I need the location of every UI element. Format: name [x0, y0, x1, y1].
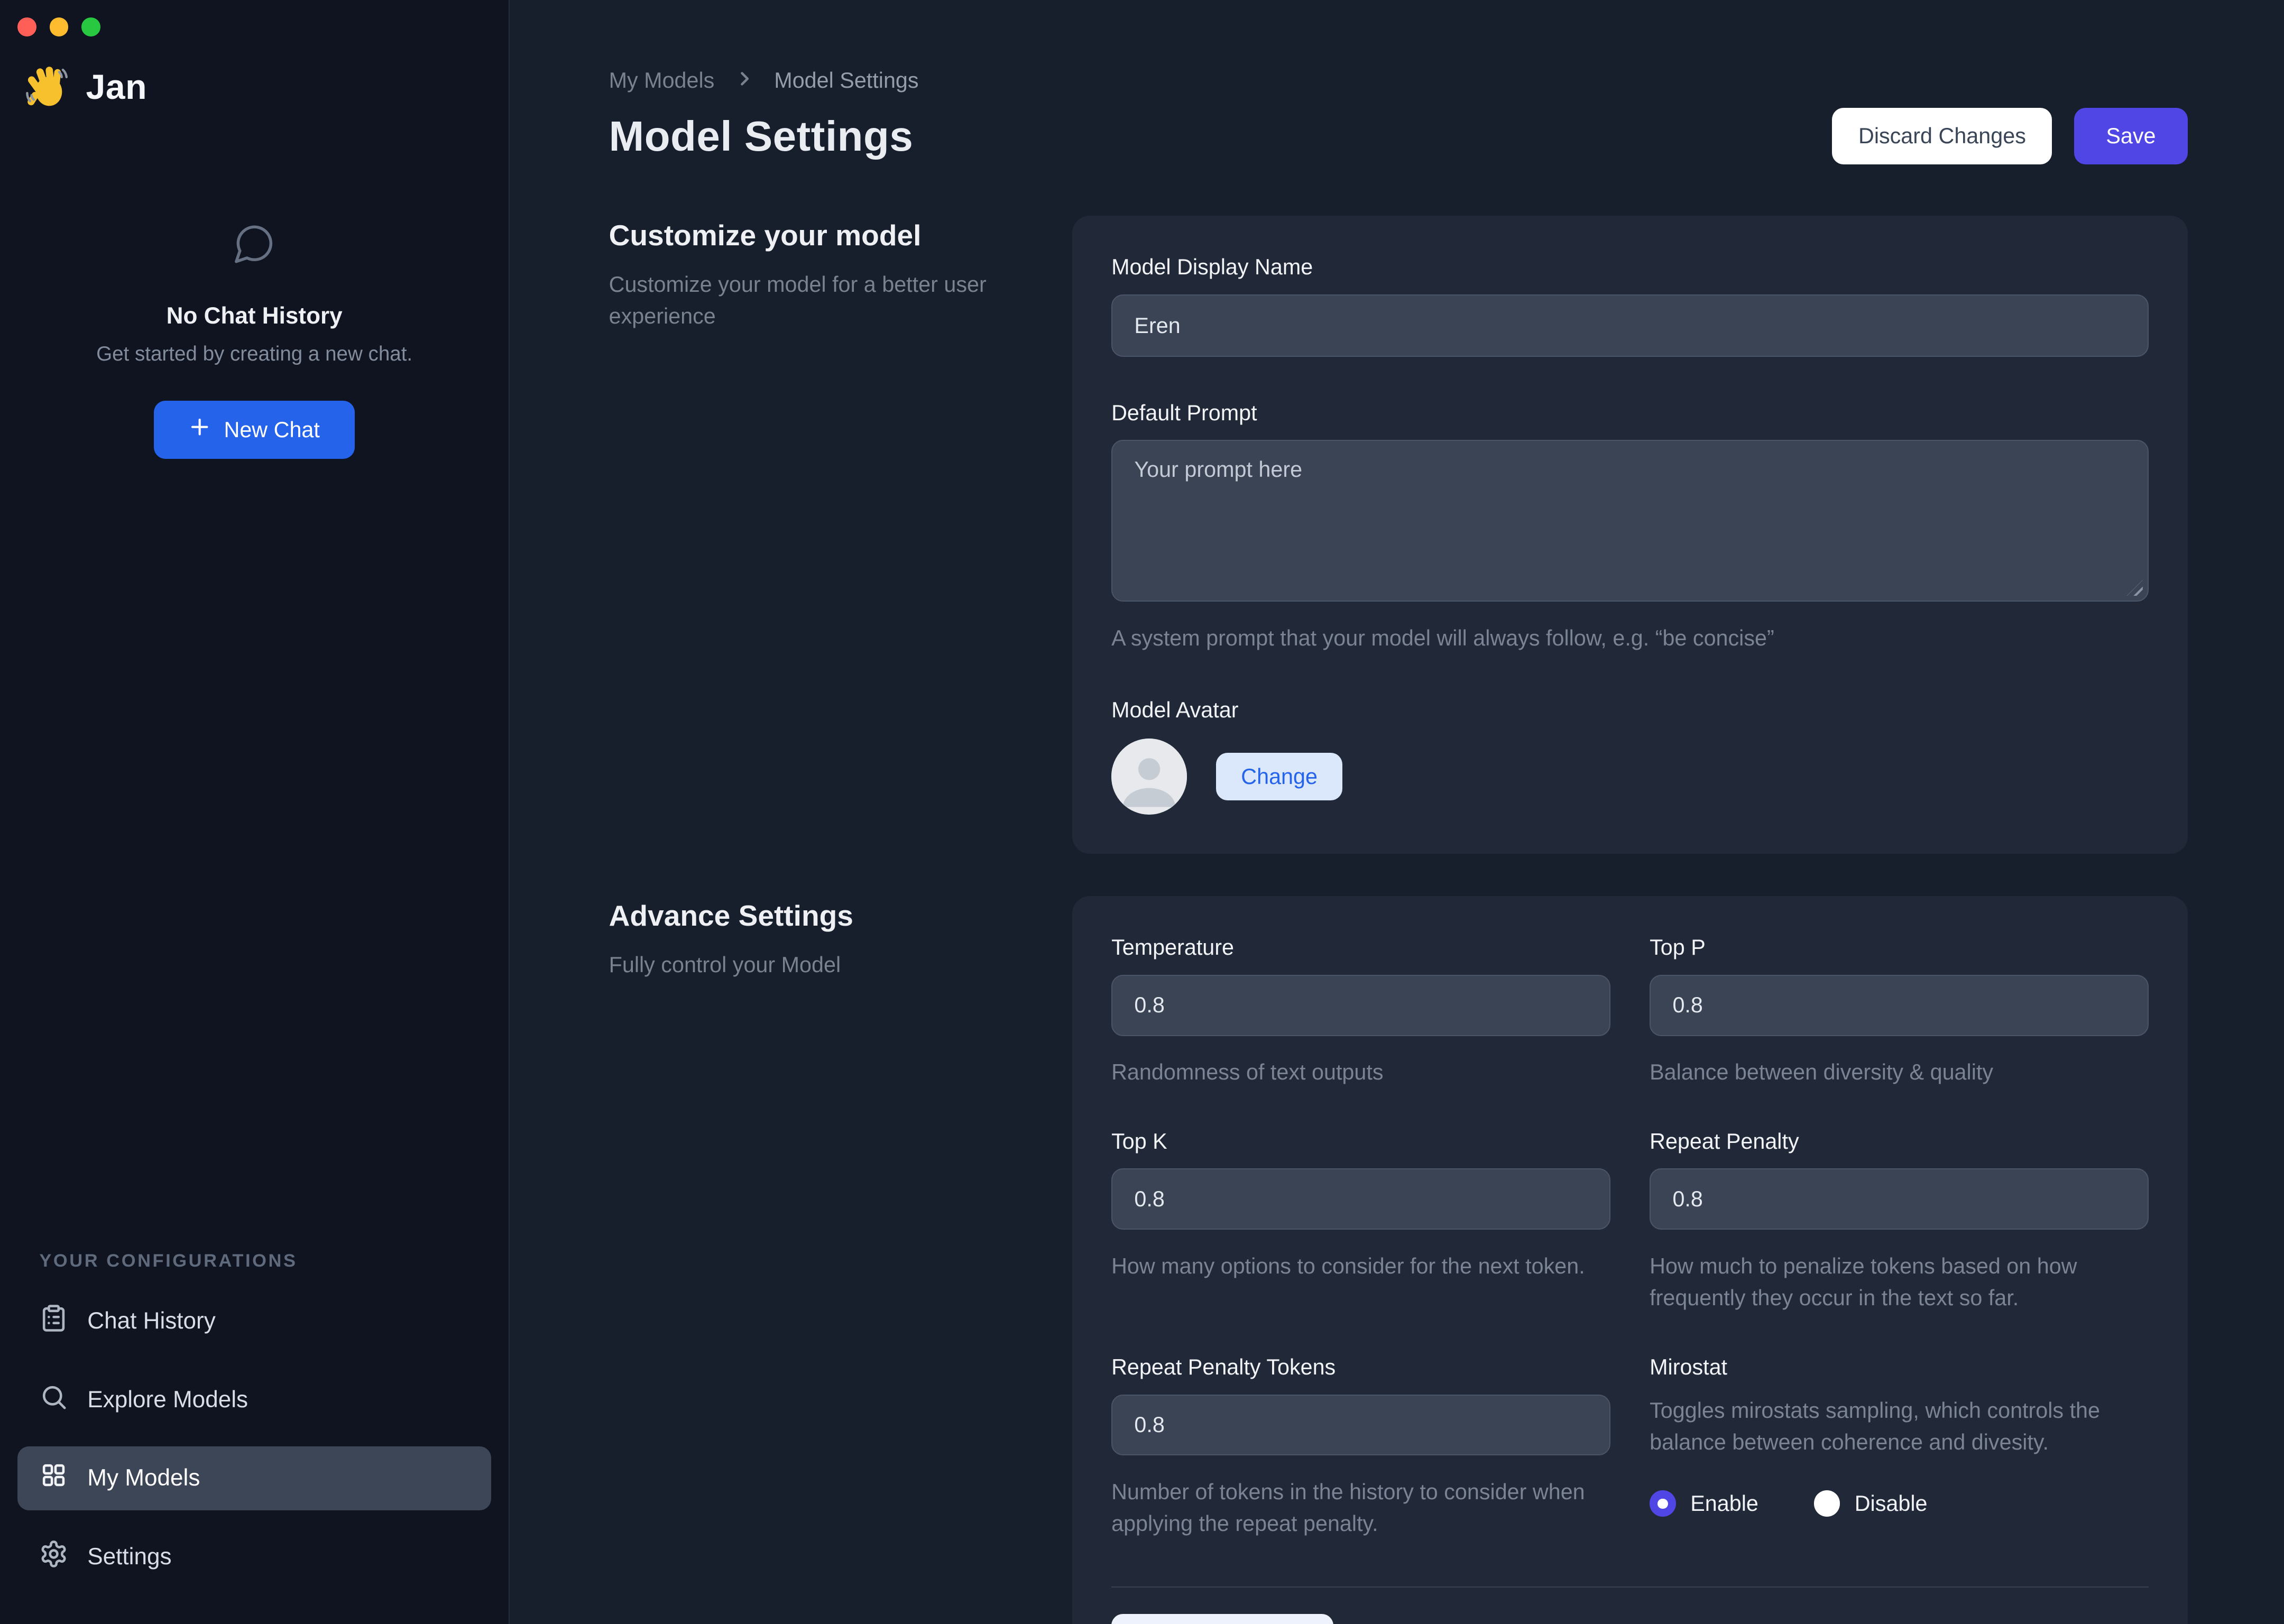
advance-panel: Temperature Randomness of text outputs T… [1072, 896, 2188, 1624]
breadcrumb-my-models[interactable]: My Models [609, 68, 715, 93]
customize-panel: Model Display Name Default Prompt A syst… [1072, 216, 2188, 854]
advance-heading: Advance Settings [609, 899, 1072, 933]
customize-heading: Customize your model [609, 218, 1072, 252]
top-p-helper: Balance between diversity & quality [1650, 1056, 2149, 1088]
empty-state-subtitle: Get started by creating a new chat. [0, 343, 509, 366]
save-button[interactable]: Save [2074, 108, 2188, 164]
temperature-field: Temperature Randomness of text outputs [1111, 935, 1610, 1088]
reset-to-default-button[interactable]: Reset to Default [1111, 1614, 1333, 1624]
search-icon [39, 1382, 68, 1417]
top-k-field: Top K How many options to consider for t… [1111, 1129, 1610, 1314]
discard-changes-button[interactable]: Discard Changes [1832, 108, 2052, 164]
avatar [1111, 739, 1187, 814]
top-p-label: Top P [1650, 935, 2149, 960]
window-controls [17, 17, 100, 36]
repeat-penalty-tokens-label: Repeat Penalty Tokens [1111, 1355, 1610, 1380]
new-chat-button[interactable]: New Chat [154, 401, 355, 459]
breadcrumb: My Models Model Settings [609, 68, 2188, 93]
temperature-label: Temperature [1111, 935, 1610, 960]
customize-subheading: Customize your model for a better user e… [609, 269, 1039, 333]
breadcrumb-model-settings: Model Settings [774, 68, 918, 93]
waving-hand-icon [21, 58, 73, 116]
configurations-section-label: YOUR CONFIGURATIONS [39, 1251, 509, 1271]
mirostat-helper: Toggles mirostats sampling, which contro… [1650, 1395, 2116, 1459]
top-k-helper: How many options to consider for the nex… [1111, 1250, 1592, 1282]
default-prompt-textarea[interactable] [1111, 440, 2149, 602]
repeat-penalty-helper: How much to penalize tokens based on how… [1650, 1250, 2149, 1314]
chevron-right-icon [735, 68, 754, 93]
page-title: Model Settings [609, 112, 914, 161]
default-prompt-label: Default Prompt [1111, 401, 2149, 426]
top-k-label: Top K [1111, 1129, 1610, 1154]
top-k-input[interactable] [1111, 1168, 1610, 1230]
sidebar-item-explore-models[interactable]: Explore Models [17, 1368, 491, 1432]
top-p-input[interactable] [1650, 975, 2149, 1036]
divider [1111, 1586, 2149, 1588]
change-avatar-button[interactable]: Change [1216, 753, 1342, 801]
plus-icon [189, 416, 210, 443]
top-p-field: Top P Balance between diversity & qualit… [1650, 935, 2149, 1088]
close-window-button[interactable] [17, 17, 36, 36]
customize-section: Customize your model Customize your mode… [609, 216, 2188, 854]
sidebar-item-my-models[interactable]: My Models [17, 1446, 491, 1510]
repeat-penalty-tokens-field: Repeat Penalty Tokens Number of tokens i… [1111, 1355, 1610, 1540]
repeat-penalty-label: Repeat Penalty [1650, 1129, 2149, 1154]
mirostat-disable-radio[interactable]: Disable [1814, 1490, 1928, 1517]
grid-icon [39, 1461, 68, 1496]
model-display-name-input[interactable] [1111, 294, 2149, 357]
sidebar: Jan No Chat History Get started by creat… [0, 0, 510, 1624]
repeat-penalty-tokens-helper: Number of tokens in the history to consi… [1111, 1476, 1610, 1540]
model-display-name-label: Model Display Name [1111, 255, 2149, 280]
temperature-helper: Randomness of text outputs [1111, 1056, 1610, 1088]
app-name: Jan [86, 67, 148, 107]
model-avatar-label: Model Avatar [1111, 698, 2149, 723]
repeat-penalty-tokens-input[interactable] [1111, 1395, 1610, 1456]
mirostat-field: Mirostat Toggles mirostats sampling, whi… [1650, 1355, 2149, 1540]
empty-state-title: No Chat History [0, 303, 509, 329]
temperature-input[interactable] [1111, 975, 1610, 1036]
repeat-penalty-field: Repeat Penalty How much to penalize toke… [1650, 1129, 2149, 1314]
app-logo: Jan [21, 58, 148, 116]
sidebar-item-settings[interactable]: Settings [17, 1525, 491, 1589]
minimize-window-button[interactable] [50, 17, 69, 36]
zoom-window-button[interactable] [81, 17, 100, 36]
clipboard-icon [39, 1304, 68, 1339]
radio-unselected-icon [1814, 1490, 1840, 1517]
sidebar-item-chat-history[interactable]: Chat History [17, 1289, 491, 1353]
advance-subheading: Fully control your Model [609, 949, 1039, 981]
repeat-penalty-input[interactable] [1650, 1168, 2149, 1230]
mirostat-enable-radio[interactable]: Enable [1650, 1490, 1758, 1517]
chat-empty-state: No Chat History Get started by creating … [0, 222, 509, 459]
chat-bubble-icon [0, 222, 509, 271]
default-prompt-helper: A system prompt that your model will alw… [1111, 622, 2149, 654]
main-content: My Models Model Settings Model Settings … [511, 0, 2284, 1624]
gear-icon [39, 1539, 68, 1574]
mirostat-label: Mirostat [1650, 1355, 2149, 1380]
advance-section: Advance Settings Fully control your Mode… [609, 896, 2188, 1624]
sidebar-configurations: YOUR CONFIGURATIONS Chat History [0, 1251, 509, 1603]
jan-app-window: Jan No Chat History Get started by creat… [0, 0, 2284, 1624]
radio-selected-icon [1650, 1490, 1676, 1517]
